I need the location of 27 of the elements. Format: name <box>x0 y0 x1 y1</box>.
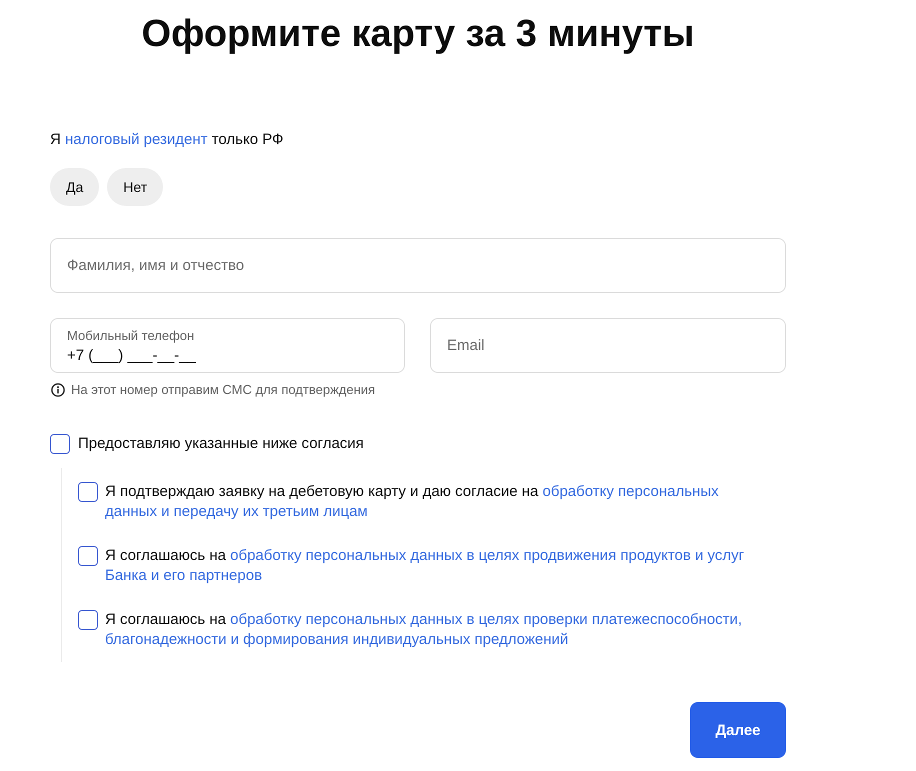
info-icon <box>51 383 65 397</box>
full-name-field[interactable]: Фамилия, имя и отчество <box>50 238 786 293</box>
consent-link[interactable]: обработку персональных <box>542 483 719 500</box>
checkbox[interactable] <box>78 482 98 502</box>
phone-field[interactable]: Мобильный телефон +7 (___) ___-__-__ <box>50 318 405 373</box>
phone-mask-value: +7 (___) ___-__-__ <box>67 347 196 365</box>
consent-text: Я соглашаюсь на обработку персональных данных в целях проверки платежеспособности, благонадежности и формирования индивидуальных предложений <box>105 610 742 650</box>
phone-field-label: Мобильный телефон <box>67 328 194 344</box>
tax-resident-link[interactable]: налоговый резидент <box>65 131 208 148</box>
consent-link[interactable]: обработку персональных данных в целях продвижения продуктов и услуг <box>230 547 744 564</box>
consent-link[interactable]: обработку персональных данных в целях проверки платежеспособности, <box>230 611 742 628</box>
consent-text: Я соглашаюсь на обработку персональных данных в целях продвижения продуктов и услуг Банка и его партнеров <box>105 546 744 586</box>
answer-option-button[interactable]: Да <box>50 168 100 206</box>
next-button[interactable]: Далее <box>690 702 786 758</box>
checkbox[interactable] <box>78 546 98 566</box>
residency-question: Я налоговый резидент только РФ <box>50 130 284 150</box>
consent-text: Я подтверждаю заявку на дебетовую карту и даю согласие на обработку персональных данных и передачу их третьим лицам <box>105 482 719 522</box>
answer-option-button[interactable]: Нет <box>107 168 164 206</box>
page-title: Оформите карту за 3 минуты <box>142 12 694 57</box>
consent-link[interactable]: данных и передачу их третьим лицам <box>105 503 368 520</box>
phone-hint: На этот номер отправим СМС для подтверждения <box>71 381 376 399</box>
consent-link[interactable]: Банка и его партнеров <box>105 567 262 584</box>
checkbox[interactable] <box>78 610 98 630</box>
consent-all-label: Предоставляю указанные ниже согласия <box>78 434 364 454</box>
email-field[interactable]: Email <box>430 318 786 373</box>
consent-link[interactable]: благонадежности и формирования индивидуальных предложений <box>105 631 568 648</box>
checkbox[interactable] <box>50 434 70 454</box>
